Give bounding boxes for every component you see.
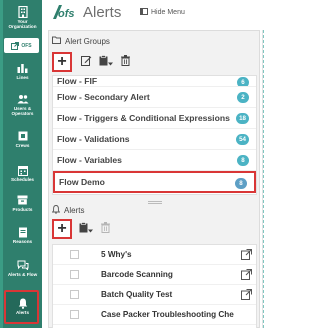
list-item[interactable]: Flow - Secondary Alert 2	[53, 87, 256, 108]
count-badge: 18	[236, 113, 249, 124]
external-link-icon	[11, 37, 20, 55]
row-checkbox[interactable]	[70, 250, 79, 259]
alerts-heading: Alerts	[51, 204, 257, 216]
open-external-icon[interactable]	[241, 269, 252, 280]
group-name: Flow - Variables	[57, 155, 122, 165]
sidebar-item-lines[interactable]: Lines	[3, 62, 42, 80]
hide-menu-button[interactable]: Hide Menu	[140, 8, 185, 17]
alerts-toolbar: +	[52, 218, 257, 240]
table-row[interactable]: 5 Why's	[53, 245, 256, 265]
count-badge: 8	[237, 155, 249, 166]
count-badge: 54	[236, 134, 249, 145]
paste-dropdown-button[interactable]	[78, 221, 94, 237]
alert-groups-heading: Alert Groups	[52, 35, 257, 47]
sidebar-item-label: Lines	[16, 75, 29, 80]
sidebar-item-label: OFS	[21, 42, 32, 49]
sidebar-item-label: Schedules	[11, 177, 34, 182]
logo-text: ofs	[58, 8, 75, 20]
edit-icon	[80, 53, 92, 71]
group-name: Flow - Secondary Alert	[57, 92, 150, 102]
calendar-icon	[17, 164, 29, 176]
sidebar-item-alerts-flow[interactable]: Alerts & Flow	[3, 259, 42, 277]
list-item[interactable]: Flow - FIF 6	[53, 76, 256, 87]
sidebar-item-your-organization[interactable]: Your Organization	[3, 6, 42, 29]
chat-icon	[17, 259, 29, 271]
caret-down-icon	[88, 220, 93, 238]
group-name: Flow - FIF	[57, 76, 98, 86]
list-item[interactable]: Flow - Variables 8	[53, 150, 256, 171]
alerts-title: Alerts	[64, 205, 85, 215]
crews-icon	[17, 130, 29, 142]
list-item-selected[interactable]: Flow Demo 8	[53, 171, 256, 193]
group-name: Flow - Triggers & Conditional Expression…	[57, 113, 230, 123]
table-row[interactable]: Barcode Scanning	[53, 265, 256, 285]
alert-name: Batch Quality Test	[101, 290, 173, 299]
plus-icon: +	[57, 53, 67, 70]
sidebar-item-label: Your Organization	[8, 19, 37, 29]
clipboard-icon	[79, 220, 88, 238]
delete-button-disabled[interactable]	[100, 221, 110, 237]
sidebar-item-crews[interactable]: Crews	[3, 130, 42, 148]
sidebar-item-label: Users & Operators	[11, 106, 34, 116]
bell-outline-icon	[51, 204, 61, 216]
bell-icon	[17, 297, 29, 309]
group-name: Flow - Validations	[57, 134, 130, 144]
page-title: Alerts	[83, 4, 122, 21]
sidebar-item-label: Crews	[15, 143, 30, 148]
caret-down-icon	[108, 53, 113, 71]
add-alert-button[interactable]: +	[52, 219, 72, 239]
sidebar-item-label: Alerts & Flow	[7, 272, 38, 277]
alert-groups-list: Flow - FIF 6 Flow - Secondary Alert 2 Fl…	[52, 75, 257, 195]
group-name: Flow Demo	[59, 177, 105, 187]
count-badge: 6	[237, 77, 249, 86]
box-icon	[17, 194, 29, 206]
row-checkbox[interactable]	[70, 270, 79, 279]
list-item[interactable]: Flow - Triggers & Conditional Expression…	[53, 108, 256, 129]
sidebar-item-users-operators[interactable]: Users & Operators	[3, 93, 42, 116]
alert-name: 5 Why's	[101, 250, 132, 259]
delete-button[interactable]	[120, 54, 130, 70]
users-icon	[17, 93, 29, 105]
sidebar-item-schedules[interactable]: Schedules	[3, 164, 42, 182]
alert-name: Case Packer Troubleshooting Che	[101, 310, 234, 319]
row-checkbox[interactable]	[70, 290, 79, 299]
open-external-icon[interactable]	[241, 249, 252, 260]
detail-pane	[262, 30, 321, 328]
sidebar-item-label: Products	[12, 207, 33, 212]
paste-dropdown-button[interactable]	[98, 54, 114, 70]
sidebar-item-alerts-content: Alerts	[3, 297, 42, 315]
table-row[interactable]: Case Packer Troubleshooting Che	[53, 305, 256, 325]
ofs-logo: ofs	[53, 5, 75, 20]
row-checkbox[interactable]	[70, 310, 79, 319]
sidebar-item-reasons[interactable]: Reasons	[3, 226, 42, 244]
sidebar: Your Organization OFS Lines Users & Oper…	[0, 0, 42, 328]
add-alert-group-button[interactable]: +	[52, 52, 72, 72]
alert-name: Barcode Scanning	[101, 270, 173, 279]
sidebar-item-label: Reasons	[12, 239, 33, 244]
hide-menu-icon	[140, 8, 148, 17]
building-icon	[17, 6, 29, 18]
pane-divider	[263, 30, 264, 328]
edit-button[interactable]	[80, 54, 92, 70]
alert-groups-toolbar: +	[52, 51, 257, 73]
plus-icon: +	[57, 220, 67, 237]
sidebar-item-products[interactable]: Products	[3, 194, 42, 212]
hide-menu-label: Hide Menu	[151, 9, 185, 16]
trash-icon	[100, 220, 110, 238]
clipboard-icon	[99, 53, 108, 71]
app-window: Your Organization OFS Lines Users & Oper…	[0, 0, 321, 328]
sidebar-item-ofs[interactable]: OFS	[4, 38, 39, 53]
folder-open-icon	[52, 36, 61, 46]
open-external-icon[interactable]	[241, 289, 252, 300]
count-badge: 8	[235, 178, 247, 189]
list-item[interactable]: Flow - Validations 54	[53, 129, 256, 150]
trash-icon	[120, 53, 130, 71]
table-row[interactable]: Batch Quality Test	[53, 285, 256, 305]
alerts-list: 5 Why's Barcode Scanning Batch Quality T…	[52, 244, 257, 328]
alert-groups-title: Alert Groups	[65, 36, 110, 46]
sidebar-item-label: Alerts	[15, 310, 30, 315]
bar-chart-icon	[17, 62, 29, 74]
book-icon	[17, 226, 29, 238]
count-badge: 2	[237, 92, 249, 103]
